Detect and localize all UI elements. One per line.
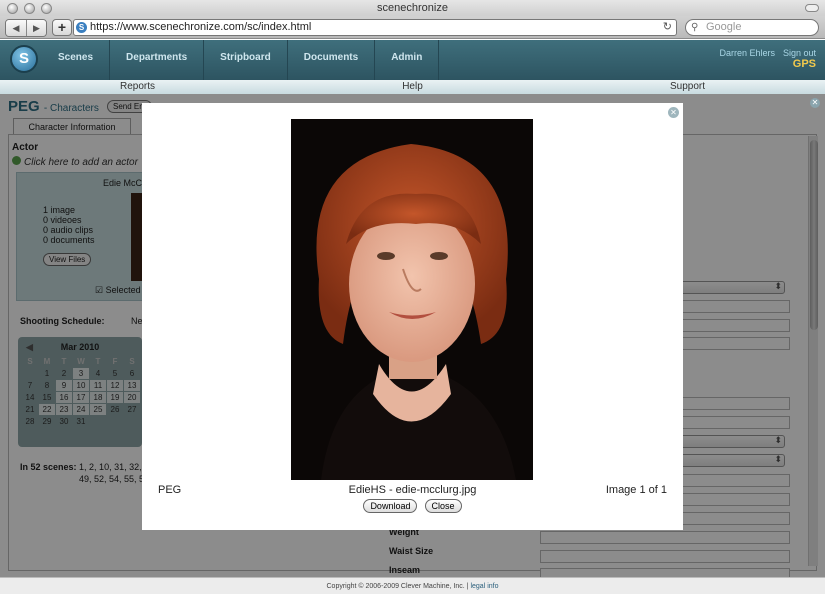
subnav-reports[interactable]: Reports <box>120 80 155 94</box>
modal-buttons: Download Close <box>142 499 683 513</box>
nav-scenes[interactable]: Scenes <box>42 40 111 80</box>
subnav-support[interactable]: Support <box>670 80 705 94</box>
nav-documents[interactable]: Documents <box>288 40 376 80</box>
back-button[interactable]: ◀ <box>6 20 26 36</box>
nav-admin[interactable]: Admin <box>375 40 440 80</box>
main-nav: Scenes Departments Stripboard Documents … <box>42 40 440 80</box>
search-icon: ⚲ <box>691 22 699 33</box>
zoom-window-button[interactable] <box>41 3 52 14</box>
actor-photo <box>291 119 533 480</box>
title-bar: scenechronize <box>0 0 825 16</box>
copyright-text: Copyright © 2006-2009 Clever Machine, In… <box>326 583 469 590</box>
site-favicon-icon: S <box>76 22 87 33</box>
subnav-help[interactable]: Help <box>402 80 423 94</box>
search-placeholder: Google <box>706 21 742 33</box>
forward-button[interactable]: ▶ <box>26 20 46 36</box>
nav-departments[interactable]: Departments <box>110 40 205 80</box>
sub-nav: Reports Help Support <box>0 80 825 94</box>
close-button[interactable]: Close <box>424 499 462 513</box>
window-controls <box>7 3 52 14</box>
app-header: S Scenes Departments Stripboard Document… <box>0 40 825 80</box>
portrait-image <box>291 119 533 480</box>
browser-window: scenechronize ◀ ▶ + S https://www.scenec… <box>0 0 825 594</box>
panel-close-icon[interactable]: ✕ <box>810 98 820 108</box>
footer: Copyright © 2006-2009 Clever Machine, In… <box>0 577 825 594</box>
image-caption: EdieHS - edie-mcclurg.jpg <box>348 484 477 496</box>
project-label: PEG <box>158 484 182 496</box>
user-name[interactable]: Darren Ehlers <box>719 48 775 58</box>
address-bar[interactable]: S https://www.scenechronize.com/sc/index… <box>73 19 677 36</box>
url-text: https://www.scenechronize.com/sc/index.h… <box>90 21 312 33</box>
add-bookmark-button[interactable]: + <box>52 19 72 36</box>
nav-stripboard[interactable]: Stripboard <box>204 40 288 80</box>
gps-badge: GPS <box>792 58 816 70</box>
minimize-window-button[interactable] <box>24 3 35 14</box>
image-counter: Image 1 of 1 <box>605 484 667 496</box>
history-buttons: ◀ ▶ <box>5 19 47 37</box>
app-logo[interactable]: S <box>10 45 38 73</box>
sign-out-link[interactable]: Sign out <box>783 48 816 58</box>
close-icon[interactable]: ✕ <box>668 107 679 118</box>
legal-info-link[interactable]: legal info <box>470 583 498 590</box>
window-title: scenechronize <box>377 2 448 14</box>
toolbar-toggle-button[interactable] <box>805 4 819 12</box>
download-button[interactable]: Download <box>363 499 418 513</box>
search-field[interactable]: ⚲ Google <box>685 19 819 36</box>
reload-icon[interactable]: ↻ <box>663 20 672 35</box>
close-window-button[interactable] <box>7 3 18 14</box>
browser-toolbar: ◀ ▶ + S https://www.scenechronize.com/sc… <box>0 16 825 39</box>
image-viewer-modal: ✕ EdieHS - edie-mcclurg.jpg PEG Image 1 … <box>142 103 683 530</box>
